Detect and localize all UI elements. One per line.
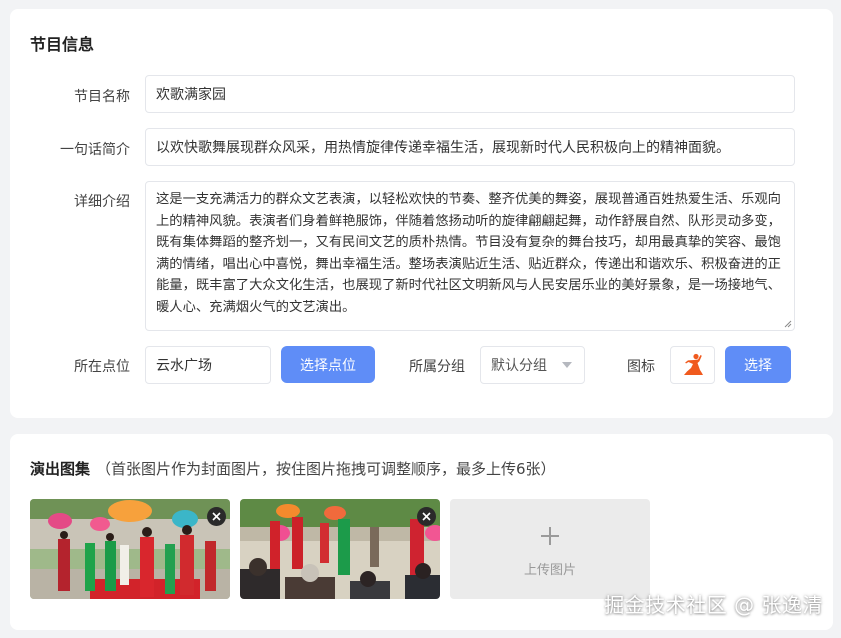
remove-photo-2-button[interactable] (417, 507, 436, 526)
performance-photo-2-image (240, 499, 440, 599)
performance-photo-1[interactable] (30, 499, 230, 599)
performance-photo-1-image (30, 499, 230, 599)
resize-handle-icon[interactable] (784, 320, 792, 328)
section-title: 节目信息 (30, 35, 95, 54)
performance-photo-2[interactable] (240, 499, 440, 599)
gallery-hint: （首张图片作为封面图片，按住图片拖拽可调整顺序，最多上传6张） (96, 460, 556, 478)
plus-icon (541, 527, 559, 545)
program-name-input[interactable]: 欢歌满家园 (145, 75, 795, 113)
location-input[interactable]: 云水广场 (145, 346, 271, 384)
brief-label: 一句话简介 (60, 142, 130, 158)
detail-textarea[interactable]: 这是一支充满活力的群众文艺表演，以轻松欢快的节奏、整齐优美的舞姿，展现普通百姓热… (145, 181, 795, 331)
location-label: 所在点位 (74, 359, 130, 375)
dancer-icon (683, 353, 703, 375)
gallery-title-row: 演出图集 （首张图片作为封面图片，按住图片拖拽可调整顺序，最多上传6张） (30, 458, 556, 479)
program-name-label: 节目名称 (74, 89, 130, 105)
brief-input[interactable]: 以欢快歌舞展现群众风采，用热情旋律传递幸福生活，展现新时代人民积极向上的精神面貌… (145, 128, 795, 166)
close-icon (422, 512, 431, 521)
watermark: 掘金技术社区 @ 张逸清 (604, 593, 823, 617)
detail-text: 这是一支充满活力的群众文艺表演，以轻松欢快的节奏、整齐优美的舞姿，展现普通百姓热… (156, 192, 781, 315)
choose-icon-button[interactable]: 选择 (725, 346, 791, 383)
group-label: 所属分组 (409, 359, 465, 375)
remove-photo-1-button[interactable] (207, 507, 226, 526)
detail-label: 详细介绍 (74, 194, 130, 210)
upload-photo-button[interactable]: 上传图片 (450, 499, 650, 599)
gallery-title: 演出图集 (30, 460, 91, 478)
icon-label: 图标 (627, 359, 655, 375)
upload-label: 上传图片 (523, 563, 576, 578)
icon-preview[interactable] (670, 346, 715, 384)
program-info-card: 节目信息 节目名称 欢歌满家园 一句话简介 以欢快歌舞展现群众风采，用热情旋律传… (10, 9, 833, 418)
close-icon (212, 512, 221, 521)
